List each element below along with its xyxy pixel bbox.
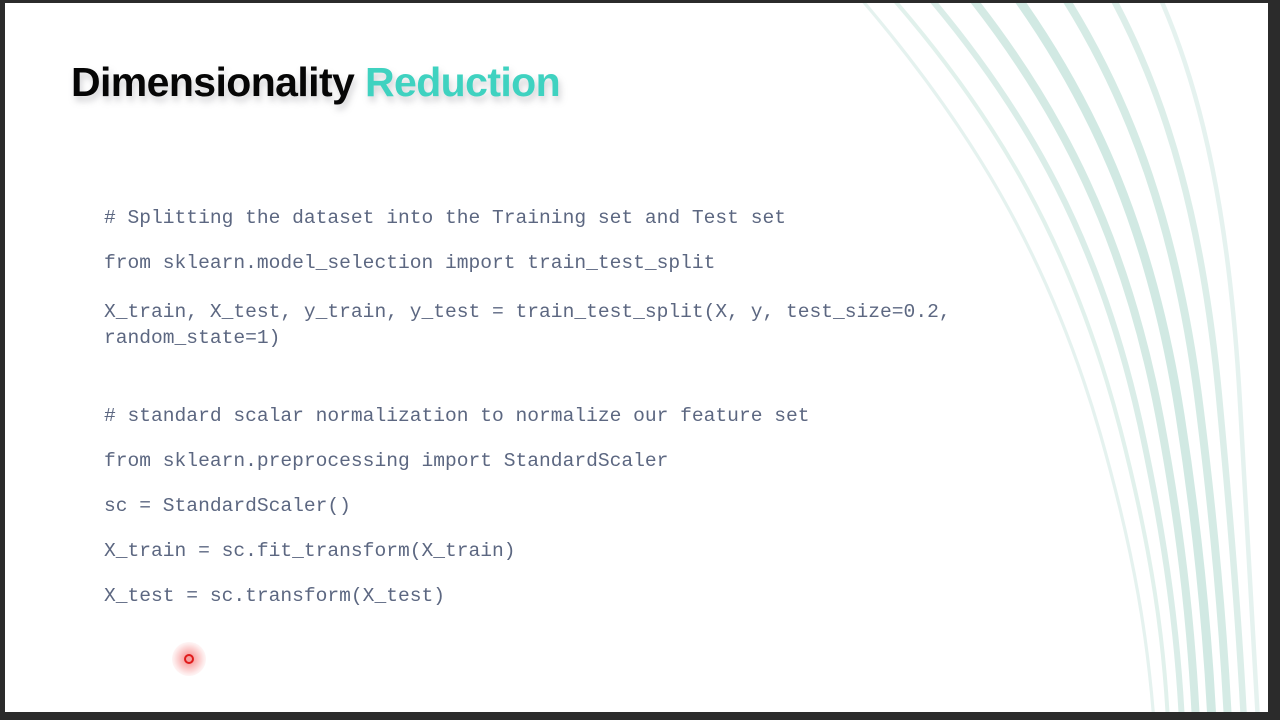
code-line-fit-transform: X_train = sc.fit_transform(X_train)	[104, 540, 516, 563]
code-block: # Splitting the dataset into the Trainin…	[104, 207, 1094, 632]
code-line-transform: X_test = sc.transform(X_test)	[104, 585, 445, 608]
code-line-scaler-init: sc = StandardScaler()	[104, 495, 351, 518]
code-line-import-split: from sklearn.model_selection import trai…	[104, 252, 716, 274]
click-indicator-ring	[184, 654, 194, 664]
page-title: Dimensionality Reduction	[71, 59, 561, 106]
page-title-accent: Reduction	[365, 59, 561, 105]
page-title-primary: Dimensionality	[71, 59, 355, 105]
code-line-comment-split: # Splitting the dataset into the Trainin…	[104, 207, 786, 229]
slide-canvas: Dimensionality Reduction # Splitting the…	[5, 3, 1268, 712]
code-line-comment-scaler: # standard scalar normalization to norma…	[104, 405, 810, 428]
slide-frame: Dimensionality Reduction # Splitting the…	[0, 0, 1280, 720]
code-line-import-scaler: from sklearn.preprocessing import Standa…	[104, 450, 669, 473]
code-line-train-test-split: X_train, X_test, y_train, y_test = train…	[104, 301, 963, 350]
